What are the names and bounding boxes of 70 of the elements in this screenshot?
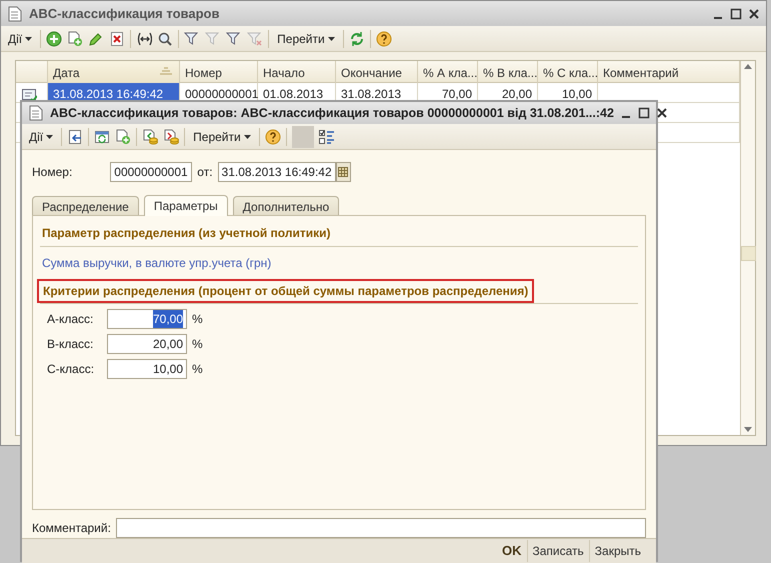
date-field[interactable]: 31.08.2013 16:49:42 [218,162,336,182]
search-icon[interactable] [157,30,174,46]
help-icon[interactable] [376,30,392,46]
column-header[interactable]: Номер [185,64,222,82]
goto-menu-button[interactable]: Перейти [190,126,254,146]
section-heading: Критерии распределения (процент от общей суммы параметров распределения) [37,279,534,303]
column-header[interactable]: % А кла... [423,64,478,82]
scrollbar[interactable] [740,61,755,435]
checklist-icon[interactable] [318,128,335,144]
unit-label: % [192,336,203,353]
copy-icon[interactable] [67,30,84,46]
column-header[interactable]: Дата [53,64,80,82]
column-header[interactable]: Комментарий [603,64,679,82]
caret-icon [46,134,54,138]
tab[interactable]: Параметры [144,195,228,216]
column-header[interactable]: % С кла... [543,64,598,82]
column-header[interactable]: Окончание [341,64,402,82]
row-document-icon [21,86,37,103]
window-title: ABC-классификация товаров: ABC-классификация товаров 00000000001 від 31.08.201...:42 [50,104,614,122]
document-icon [28,105,44,121]
parameter-link[interactable]: Сумма выручки, в валюте упр.учета (грн) [40,247,638,277]
add-icon[interactable] [46,30,62,46]
button[interactable]: OK [497,539,526,562]
number-field[interactable]: 00000000001 [110,162,192,182]
pencil-icon[interactable] [88,30,104,46]
maximize-icon[interactable] [730,8,742,20]
field-label: Номер: [32,164,72,181]
button[interactable]: Записать [526,540,589,562]
caret-icon [244,134,251,138]
copy-icon[interactable] [115,128,132,144]
field-label: А-класс: [47,311,94,328]
column-header[interactable]: % В кла... [483,64,538,82]
input-field[interactable]: 70,00 [107,309,187,329]
calendar-icon [338,167,348,177]
actions-menu-button[interactable]: Дії [5,28,36,48]
column-header[interactable]: Начало [263,64,305,82]
comment-field[interactable] [116,518,646,538]
unit-label: % [192,311,203,328]
tab[interactable]: Распределение [32,196,139,215]
help-icon[interactable] [264,128,281,144]
field-label: Комментарий: [32,520,111,537]
unit-label: % [192,361,203,378]
scrollbar-thumb[interactable] [741,246,756,261]
filter-icon[interactable] [226,30,242,46]
back-icon[interactable] [67,128,84,144]
input-field[interactable]: 20,00 [107,334,187,354]
caret-icon [328,36,335,40]
filter-icon[interactable] [184,30,200,46]
close-icon[interactable] [656,107,668,119]
actions-menu-button[interactable]: Дії [26,126,56,146]
caret-icon [25,36,32,40]
document-icon [7,6,23,22]
button[interactable]: Закрыть [588,540,646,562]
goto-menu-button[interactable]: Перейти [274,28,338,48]
field-label: от: [197,164,213,181]
coins-icon[interactable] [142,128,158,144]
window-refresh-icon[interactable] [94,128,110,144]
input-field[interactable]: 10,00 [107,359,187,379]
refresh-icon[interactable] [348,30,365,46]
calendar-button[interactable] [336,162,351,182]
delete-icon[interactable] [109,30,126,46]
field-label: С-класс: [47,361,96,378]
close-icon[interactable] [748,8,760,20]
section-heading: Параметр распределения (из учетной политики) [40,222,638,247]
field-label: В-класс: [47,336,94,353]
maximize-icon[interactable] [638,107,650,119]
arrows-icon[interactable] [136,30,152,46]
window-title: ABC-классификация товаров [29,4,220,23]
coins-icon[interactable] [163,128,180,144]
tab[interactable]: Дополнительно [232,196,340,215]
